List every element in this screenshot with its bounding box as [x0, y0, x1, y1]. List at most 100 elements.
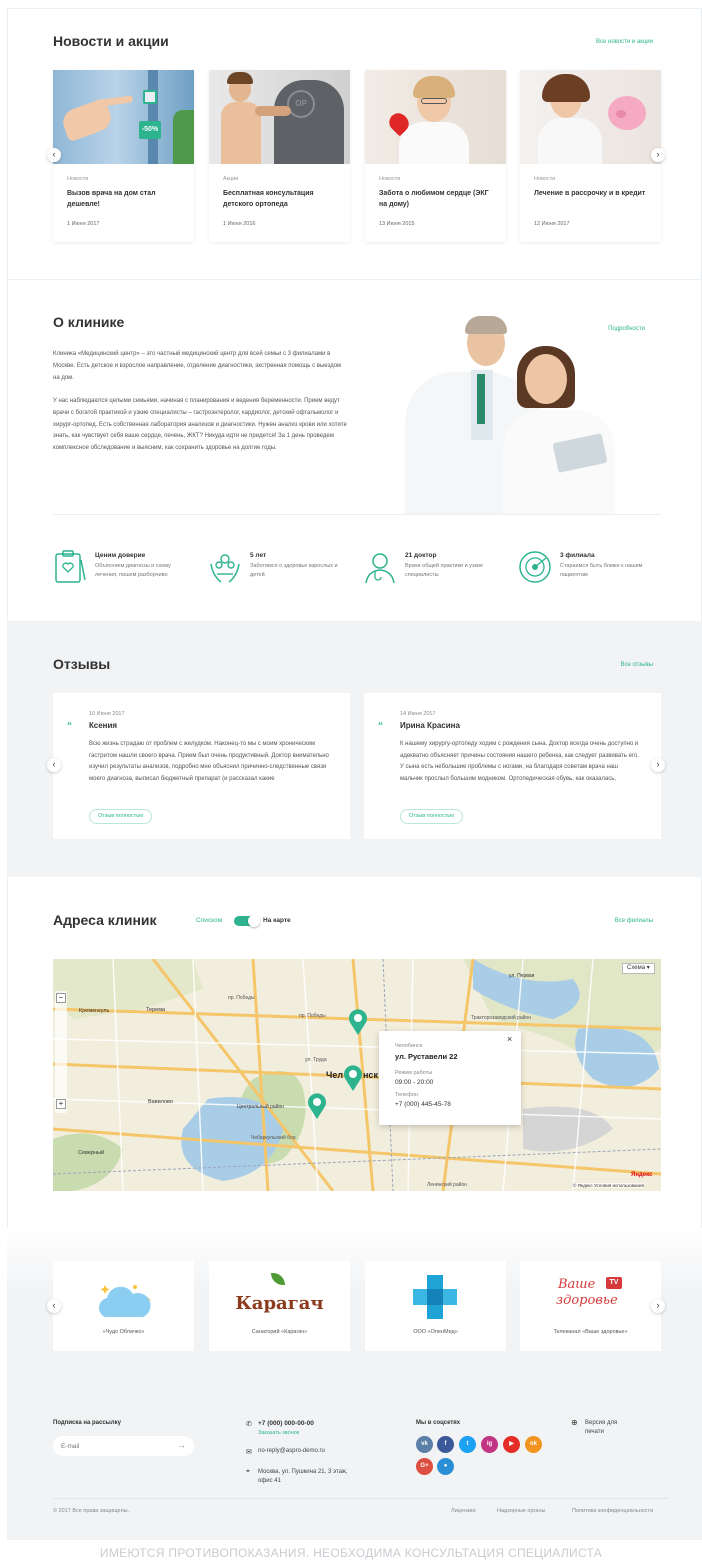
- news-category: Новости: [534, 176, 556, 182]
- globe-icon: ⊕: [571, 1418, 578, 1427]
- news-card[interactable]: Новости Лечение в рассрочку и в кредит 1…: [520, 70, 661, 242]
- feature-branches: 3 филиала Стараемся быть ближе к нашим п…: [518, 550, 658, 590]
- map-scheme-select[interactable]: Схема ▾: [622, 963, 655, 974]
- map-label: ул. Труда: [305, 1057, 327, 1063]
- feature-title: Ценим доверие: [95, 552, 146, 559]
- all-news-link[interactable]: Все новости и акции: [560, 39, 653, 45]
- youtube-icon[interactable]: ▶: [503, 1436, 520, 1453]
- disclaimer-banner: ИМЕЮТСЯ ПРОТИВОПОКАЗАНИЯ. НЕОБХОДИМА КОН…: [0, 1540, 702, 1560]
- review-full-button[interactable]: Отзыв полностью: [89, 809, 153, 824]
- map-label: пр. Победы: [228, 995, 255, 1001]
- map-marker-icon[interactable]: [307, 1093, 327, 1124]
- licenses-link[interactable]: Лицензии: [451, 1508, 476, 1514]
- news-image: [520, 70, 661, 164]
- callback-link[interactable]: Заказать звонок: [258, 1430, 299, 1436]
- footer-phone[interactable]: +7 (000) 000-00-00: [258, 1420, 314, 1427]
- quote-icon: “: [67, 721, 72, 732]
- supervisory-link[interactable]: Надзорные органы: [497, 1508, 545, 1514]
- news-next-arrow[interactable]: ›: [651, 148, 665, 162]
- email-input[interactable]: [61, 1439, 171, 1453]
- news-category: Акции: [223, 176, 239, 182]
- news-title-text[interactable]: Бесплатная консультация детского ортопед…: [223, 188, 339, 210]
- instagram-icon[interactable]: ig: [481, 1436, 498, 1453]
- news-card[interactable]: OP Акции Бесплатная консультация детског…: [209, 70, 350, 242]
- quote-icon: “: [378, 721, 383, 732]
- zoom-slider[interactable]: − +: [55, 991, 67, 1113]
- google-plus-icon[interactable]: G+: [416, 1458, 433, 1475]
- view-toggle-switch[interactable]: [234, 915, 260, 927]
- footer-email[interactable]: no-reply@aspro-demo.ru: [258, 1448, 325, 1454]
- partner-name: Санаторий «Карагач»: [251, 1329, 308, 1335]
- yandex-logo: Яндекс: [631, 1172, 653, 1178]
- about-paragraph-1: Клиника «Медицинский центр» – это частны…: [53, 351, 342, 381]
- map-marker-icon[interactable]: [343, 1065, 363, 1096]
- arrow-right-icon[interactable]: →: [177, 1439, 186, 1451]
- news-title: Новости и акции: [53, 33, 169, 49]
- reviews-next-arrow[interactable]: ›: [651, 758, 665, 772]
- news-image: -50%: [53, 70, 194, 164]
- news-card[interactable]: -50% Новости Вызов врача на дом стал деш…: [53, 70, 194, 242]
- reviews-title: Отзывы: [53, 656, 111, 672]
- footer-address: Москва, ул. Пушкина 21, 3 этаж, офис 41: [258, 1469, 348, 1484]
- discount-badge: -50%: [139, 121, 161, 139]
- news-prev-arrow[interactable]: ‹: [47, 148, 61, 162]
- zoom-in-icon[interactable]: +: [56, 1099, 66, 1109]
- divider: [53, 1498, 668, 1499]
- privacy-link[interactable]: Политика конфиденциальности: [572, 1508, 653, 1514]
- news-date: 1 Июня 2016: [223, 221, 256, 227]
- all-branches-link[interactable]: Все филиалы: [590, 918, 653, 924]
- news-card[interactable]: Новости Забота о любимом сердце (ЭКГ на …: [365, 70, 506, 242]
- review-date: 14 Июня 2017: [400, 711, 436, 717]
- cloud-sun-logo: [98, 1285, 151, 1317]
- divider: [53, 514, 661, 515]
- popup-hours: 09:00 - 20:00: [395, 1079, 434, 1086]
- facebook-icon[interactable]: f: [437, 1436, 454, 1453]
- news-title-text[interactable]: Вызов врача на дом стал дешевле!: [67, 188, 183, 210]
- toggle-map[interactable]: На карте: [263, 917, 291, 924]
- twitter-icon[interactable]: t: [459, 1436, 476, 1453]
- news-image: OP: [209, 70, 350, 164]
- map-marker-icon[interactable]: [348, 1009, 368, 1040]
- all-reviews-link[interactable]: Все отзывы: [590, 662, 653, 668]
- news-title-text[interactable]: Забота о любимом сердце (ЭКГ на дому): [379, 188, 495, 210]
- partner-card[interactable]: Ваше здоровье TV Телеканал «Ваше здоровь…: [520, 1261, 661, 1351]
- close-icon[interactable]: ×: [507, 1034, 512, 1044]
- popup-hours-label: Режим работы: [395, 1070, 433, 1076]
- copyright: © 2017 Все права защищены.: [53, 1508, 130, 1514]
- about-paragraph-2: У нас наблюдаются целыми семьями, начина…: [53, 398, 347, 452]
- partner-card[interactable]: «Чудо Облачко»: [53, 1261, 194, 1351]
- review-card: “ 14 Июня 2017 Ирина Красина К нашему хи…: [364, 693, 661, 839]
- toggle-list[interactable]: Списком: [196, 917, 222, 924]
- feature-desc: Врачи общей практики и узкие специалисты: [405, 563, 484, 578]
- review-text: Всю жизнь страдаю от проблем с желудком.…: [89, 741, 329, 782]
- popup-city: Челябинск: [395, 1043, 423, 1049]
- vk-icon[interactable]: vk: [416, 1436, 433, 1453]
- addresses-title: Адреса клиник: [53, 912, 157, 928]
- feature-desc: Заботимся о здоровье взрослых и детей: [250, 563, 338, 578]
- news-image: [365, 70, 506, 164]
- partner-name: Телеканал «Ваше здоровье»: [553, 1329, 628, 1335]
- map-label: Терема: [146, 1007, 166, 1013]
- partner-card[interactable]: ООО «ОпенМед»: [365, 1261, 506, 1351]
- popup-phone: +7 (000) 445-45-78: [395, 1101, 451, 1108]
- map-label: Северный: [78, 1150, 105, 1156]
- map-label: Тракторозаводский район: [471, 1015, 531, 1021]
- partners-prev-arrow[interactable]: ‹: [47, 1299, 61, 1313]
- review-author: Ирина Красина: [400, 721, 460, 730]
- partners-next-arrow[interactable]: ›: [651, 1299, 665, 1313]
- map-label: Ленинский район: [427, 1182, 467, 1188]
- news-date: 12 Июня 2017: [534, 221, 570, 227]
- review-full-button[interactable]: Отзыв полностью: [400, 809, 464, 824]
- partner-logo-text: здоровье: [556, 1293, 618, 1308]
- odnoklassniki-icon[interactable]: ok: [525, 1436, 542, 1453]
- news-title-text[interactable]: Лечение в рассрочку и в кредит: [534, 188, 650, 199]
- reviews-prev-arrow[interactable]: ‹: [47, 758, 61, 772]
- partner-card[interactable]: Карагач Санаторий «Карагач»: [209, 1261, 350, 1351]
- feature-title: 5 лет: [250, 552, 267, 559]
- clinic-map[interactable]: − + Схема ▾ Кременкуль Терема Вавилово С…: [53, 959, 661, 1191]
- zoom-out-icon[interactable]: −: [56, 993, 66, 1003]
- map-label: ул. Первая: [509, 973, 535, 979]
- print-version-link[interactable]: Версия для печати: [585, 1419, 633, 1437]
- other-icon[interactable]: ●: [437, 1458, 454, 1475]
- map-copyright[interactable]: © Яндекс Условия использования: [573, 1183, 644, 1188]
